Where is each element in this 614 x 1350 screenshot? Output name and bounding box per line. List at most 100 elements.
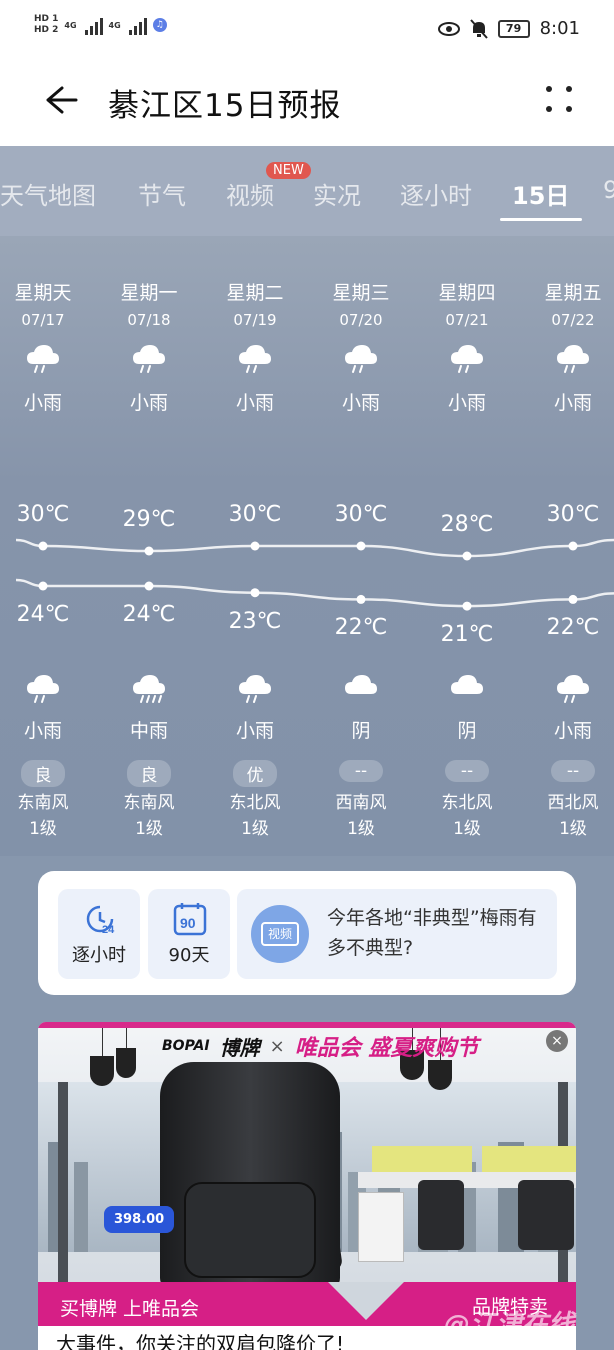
high-temp-line-point (568, 541, 578, 551)
high-temp-line-point (356, 541, 366, 551)
wind-direction: 西南风 (335, 793, 387, 813)
day-date: 07/22 (551, 311, 595, 329)
high-temp: 30℃ (16, 502, 70, 527)
page-title: 綦江区15日预报 (108, 88, 342, 124)
pendant-lamp (116, 1048, 136, 1078)
brand-en: BOPAI (162, 1038, 210, 1054)
tab-video[interactable]: 视频 (226, 176, 274, 211)
wind-level: 1级 (347, 819, 375, 839)
day-condition: 小雨 (447, 392, 486, 414)
wind-level: 1级 (135, 819, 163, 839)
day-condition: 小雨 (341, 392, 380, 414)
wind-level: 1级 (29, 819, 57, 839)
night-weather-icon (520, 672, 614, 706)
rain-cloud-icon (557, 675, 589, 703)
day-weather-icon (0, 342, 96, 376)
aqi-label: -- (551, 760, 595, 782)
hourly-button[interactable]: 24 逐小时 (58, 889, 140, 979)
tab-15day[interactable]: 15日 (512, 176, 569, 211)
title-bar: 綦江区15日预报 (0, 62, 614, 146)
day-weekday: 星期天 (14, 282, 72, 304)
ad-header: BOPAI 博牌 × 唯品会 盛夏爽购节 (162, 1030, 478, 1062)
hd2-label: HD 2 (34, 25, 59, 35)
day-weekday: 星期一 (120, 282, 178, 304)
eye-icon (437, 21, 460, 36)
calendar-90-icon: 90 (173, 903, 207, 936)
hourly-label: 逐小时 (72, 945, 126, 966)
high-temp-line-point (144, 546, 154, 556)
ad-banner[interactable]: 398.00 BOPAI 博牌 × 唯品会 盛夏爽购节 × 买博牌 上唯品会 品… (38, 1022, 576, 1350)
low-temp: 21℃ (440, 622, 494, 648)
tab-live[interactable]: 实况 (313, 176, 361, 211)
night-weather-icon (96, 672, 202, 706)
high-temp: 29℃ (122, 507, 176, 532)
day-weather-icon (414, 342, 520, 376)
ad-top-border (38, 1022, 576, 1028)
window-frame (58, 1082, 68, 1282)
day-date: 07/21 (445, 311, 489, 329)
ad-notch (328, 1282, 404, 1320)
night-condition: 阴 (351, 720, 371, 742)
wind-direction: 东北风 (441, 793, 493, 813)
low-temp-line-point (462, 601, 472, 611)
days90-button[interactable]: 90 90天 (148, 889, 230, 979)
mute-bell-icon (469, 18, 488, 39)
day-condition: 小雨 (23, 392, 62, 414)
low-temp: 22℃ (334, 615, 388, 641)
more-options-icon[interactable] (544, 84, 574, 114)
watermark: @江津在线 (444, 1310, 575, 1340)
night-weather-icon (308, 672, 414, 706)
wind-direction: 东北风 (229, 793, 281, 813)
aqi-badge: 良 (96, 760, 202, 787)
brand-cn: 博牌 (219, 1035, 260, 1060)
quick-links-card: 24 逐小时 90 90天 视频 今年各地“非典型”梅雨有多不典型? (38, 871, 576, 995)
file-cabinet (358, 1192, 404, 1262)
day-weather-icon (96, 342, 202, 376)
days90-label: 90天 (168, 945, 210, 966)
rain-cloud-icon (557, 345, 589, 373)
night-condition: 中雨 (129, 720, 168, 742)
ad-close-button[interactable]: × (546, 1030, 568, 1052)
low-temp-line-point (356, 594, 366, 604)
news-item[interactable]: 视频 今年各地“非典型”梅雨有多不典型? (237, 889, 557, 979)
high-temp-line-point (462, 551, 472, 561)
day-date: 07/20 (339, 311, 383, 329)
bag-pocket (184, 1182, 316, 1278)
tab-solar-term[interactable]: 节气 (138, 176, 186, 211)
tab-weather-map[interactable]: 天气地图 (0, 176, 96, 211)
day-weekday: 星期五 (544, 282, 602, 304)
video-icon-text: 视频 (261, 922, 299, 946)
high-temp-line-point (38, 541, 48, 551)
tab-90day[interactable]: 9 (603, 176, 614, 204)
low-temp: 23℃ (228, 608, 282, 634)
back-arrow-icon[interactable] (40, 80, 80, 120)
price-tag: 398.00 (104, 1206, 175, 1233)
tab-hourly[interactable]: 逐小时 (400, 176, 472, 211)
ad-caption[interactable]: 大事件，你关注的双肩包降价了! (56, 1328, 344, 1350)
clock-24-icon: 24 (86, 905, 115, 936)
hd-indicator: HD 1 HD 2 (34, 14, 58, 36)
aqi-badge: -- (308, 760, 414, 782)
low-temp-line-point (568, 594, 578, 604)
high-temp: 30℃ (334, 502, 388, 527)
day-date: 07/19 (233, 311, 277, 329)
night-weather-icon (414, 672, 520, 706)
night-condition: 阴 (457, 720, 477, 742)
rain-cloud-icon (451, 345, 483, 373)
wind-level: 1级 (241, 819, 269, 839)
aqi-label: -- (339, 760, 383, 782)
high-temp-line (15, 538, 614, 558)
rain-cloud-icon (239, 675, 271, 703)
wind-direction: 西北风 (547, 793, 599, 813)
active-tab-indicator (500, 218, 582, 221)
aqi-label: 良 (127, 760, 171, 787)
new-badge: NEW (266, 162, 311, 179)
high-temp: 30℃ (546, 502, 600, 527)
day-condition: 小雨 (129, 392, 168, 414)
hourly-icon-text: 24 (102, 924, 115, 936)
rain-cloud-icon (345, 345, 377, 373)
forecast-panel: 星期天 07/17 小雨 30℃ 24℃ 小雨良东南风 1级 星期一 07/18 小雨 29℃ 24℃… (0, 236, 614, 856)
pendant-lamp (428, 1060, 452, 1090)
aqi-badge: -- (520, 760, 614, 782)
low-temp-line-point (250, 588, 260, 598)
